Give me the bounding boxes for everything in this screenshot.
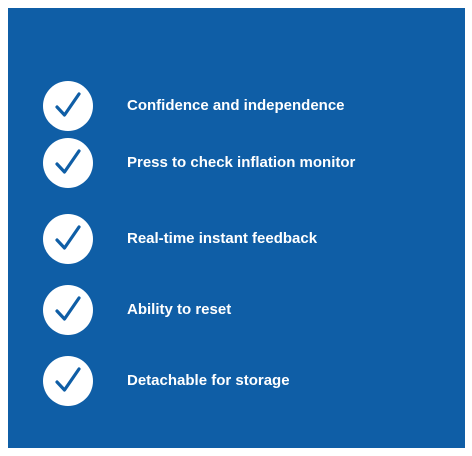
- feature-item-confidence: Confidence and independence: [43, 81, 443, 131]
- checkmark-icon: [43, 138, 93, 188]
- feature-item-feedback: Real-time instant feedback: [43, 214, 443, 264]
- checkmark-icon: [43, 285, 93, 335]
- feature-label: Real-time instant feedback: [127, 230, 318, 247]
- feature-label: Ability to reset: [127, 301, 232, 318]
- checkmark-icon: [43, 81, 93, 131]
- feature-item-inflation-monitor: Press to check inflation monitor: [43, 138, 443, 188]
- feature-item-reset: Ability to reset: [43, 285, 443, 335]
- feature-label: Press to check inflation monitor: [127, 154, 356, 171]
- feature-panel: Confidence and independence Press to che…: [8, 8, 465, 448]
- feature-item-storage: Detachable for storage: [43, 356, 443, 406]
- checkmark-icon: [43, 356, 93, 406]
- checkmark-icon: [43, 214, 93, 264]
- feature-label: Detachable for storage: [127, 372, 290, 389]
- feature-label: Confidence and independence: [127, 97, 345, 114]
